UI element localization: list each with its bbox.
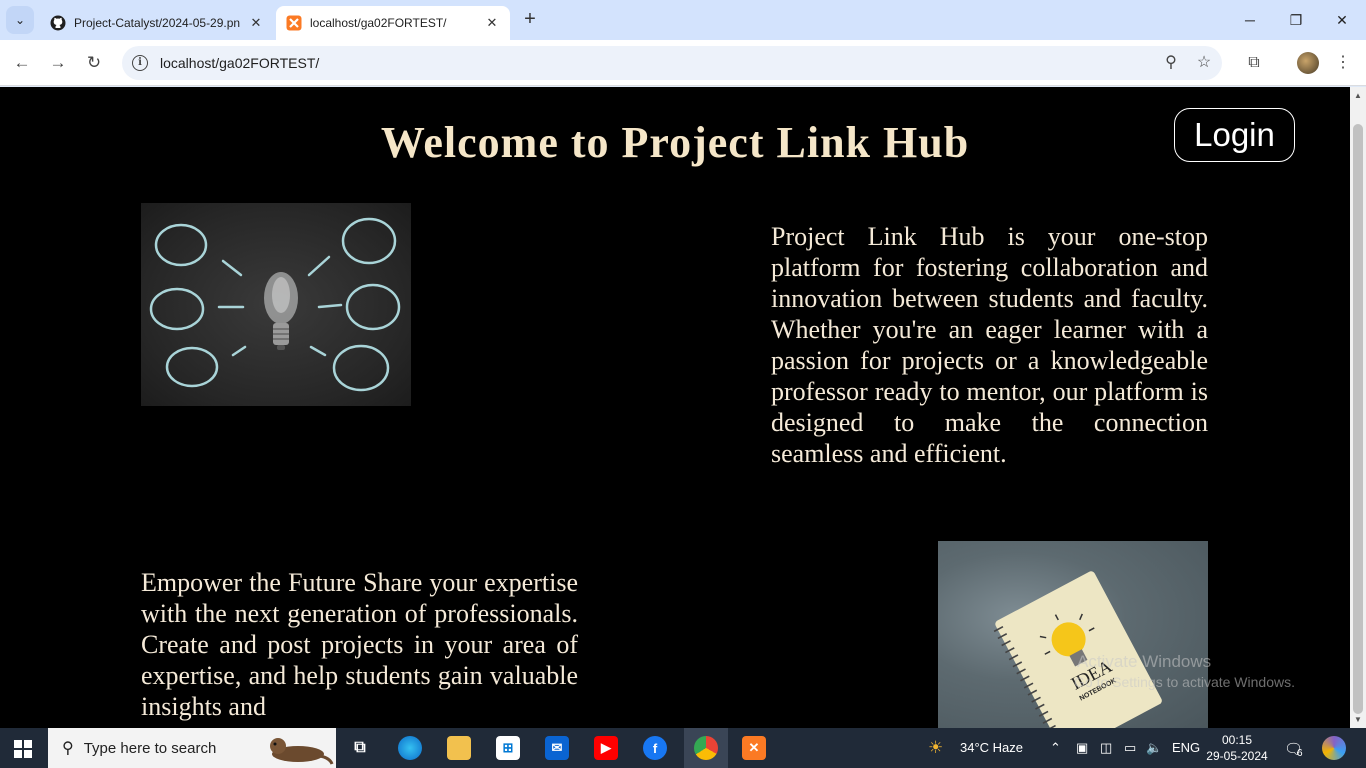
menu-dots-icon[interactable]: ⋮ xyxy=(1330,50,1356,76)
chevron-up-icon[interactable]: ⌃ xyxy=(1050,740,1061,756)
back-button[interactable]: ← xyxy=(9,50,35,76)
minimize-button[interactable]: ─ xyxy=(1238,8,1262,32)
otter-illustration-icon xyxy=(270,738,334,765)
intro-paragraph: Project Link Hub is your one-stop platfo… xyxy=(771,222,1208,468)
close-window-button[interactable]: ✕ xyxy=(1330,8,1354,32)
tab-localhost[interactable]: localhost/ga02FORTEST/ ✕ xyxy=(276,6,510,40)
weather-icon[interactable]: ☀ xyxy=(928,738,943,758)
xampp-taskbar-icon[interactable]: ✕ xyxy=(742,736,766,760)
tab-search-button[interactable]: ⌄ xyxy=(6,6,34,34)
restore-button[interactable]: ❐ xyxy=(1284,8,1308,32)
network-icon[interactable]: ◫ xyxy=(1100,740,1112,756)
volume-icon[interactable]: 🔈 xyxy=(1146,740,1162,756)
tab-github[interactable]: Project-Catalyst/2024-05-29.pn ✕ xyxy=(40,6,274,40)
mail-icon[interactable]: ✉ xyxy=(545,736,569,760)
bookmark-star-icon[interactable]: ☆ xyxy=(1191,50,1217,76)
clock[interactable]: 00:15 29-05-2024 xyxy=(1206,732,1268,764)
tab-title: Project-Catalyst/2024-05-29.pn xyxy=(74,16,241,30)
language-indicator[interactable]: ENG xyxy=(1172,740,1200,755)
notification-count: 6 xyxy=(1297,748,1303,759)
file-explorer-icon[interactable] xyxy=(447,736,471,760)
faculty-paragraph: Empower the Future Share your expertise … xyxy=(141,568,578,721)
page-title: Welcome to Project Link Hub xyxy=(380,118,970,167)
lightbulb-image xyxy=(141,203,411,406)
zoom-icon[interactable]: ⚲ xyxy=(1158,50,1184,76)
address-bar[interactable]: i localhost/ga02FORTEST/ xyxy=(122,46,1222,80)
search-placeholder: Type here to search xyxy=(83,739,217,757)
extensions-icon[interactable]: ⧉ xyxy=(1241,50,1267,76)
youtube-icon[interactable]: ▶ xyxy=(594,736,618,760)
taskbar-search-input[interactable]: ⚲ Type here to search xyxy=(48,728,336,768)
profile-avatar[interactable] xyxy=(1297,52,1319,74)
forward-button[interactable]: → xyxy=(45,50,71,76)
clock-date: 29-05-2024 xyxy=(1206,749,1268,763)
microsoft-store-icon[interactable]: ⊞ xyxy=(496,736,520,760)
watermark-line-2: Go to Settings to activate Windows. xyxy=(1074,674,1295,690)
browser-toolbar: ← → ↻ i localhost/ga02FORTEST/ ⚲ ☆ ⧉ ⋮ xyxy=(0,40,1366,86)
xampp-icon xyxy=(286,15,302,31)
info-icon[interactable]: i xyxy=(132,55,148,71)
battery-icon[interactable]: ▭ xyxy=(1124,740,1136,756)
weather-text[interactable]: 34°C Haze xyxy=(960,740,1023,755)
close-icon[interactable]: ✕ xyxy=(248,15,264,31)
idea-notebook-image: IDEA NOTEBOOK xyxy=(938,541,1208,728)
tab-title: localhost/ga02FORTEST/ xyxy=(310,16,447,30)
edge-browser-icon[interactable] xyxy=(398,736,422,760)
chrome-icon[interactable] xyxy=(694,736,718,760)
scrollbar-thumb[interactable] xyxy=(1353,124,1363,714)
chevron-down-icon: ⌄ xyxy=(14,13,26,27)
url-text: localhost/ga02FORTEST/ xyxy=(160,55,320,71)
page-viewport: Welcome to Project Link Hub Login Projec… xyxy=(0,87,1350,728)
windows-taskbar: ⚲ Type here to search ⧉ ⊞ ✉ ▶ f ✕ ☀ 34°C… xyxy=(0,728,1366,768)
scroll-up-icon[interactable]: ▲ xyxy=(1354,91,1362,100)
page-scrollbar[interactable]: ▲ ▼ xyxy=(1350,87,1366,728)
clock-time: 00:15 xyxy=(1221,733,1253,747)
tab-strip: ⌄ Project-Catalyst/2024-05-29.pn ✕ local… xyxy=(0,0,1366,40)
login-button[interactable]: Login xyxy=(1174,108,1295,162)
camera-icon[interactable]: ▣ xyxy=(1076,740,1088,756)
facebook-icon[interactable]: f xyxy=(643,736,667,760)
close-icon[interactable]: ✕ xyxy=(484,15,500,31)
reload-button[interactable]: ↻ xyxy=(81,50,107,76)
github-icon xyxy=(50,15,66,31)
activate-windows-watermark: Activate Windows Go to Settings to activ… xyxy=(1074,652,1295,690)
scroll-down-icon[interactable]: ▼ xyxy=(1354,715,1362,724)
new-tab-button[interactable]: + xyxy=(518,8,542,32)
windows-start-icon[interactable] xyxy=(14,740,32,758)
task-view-icon[interactable]: ⧉ xyxy=(348,736,372,760)
copilot-icon[interactable] xyxy=(1322,736,1346,760)
watermark-line-1: Activate Windows xyxy=(1077,652,1212,671)
search-icon: ⚲ xyxy=(62,740,74,757)
